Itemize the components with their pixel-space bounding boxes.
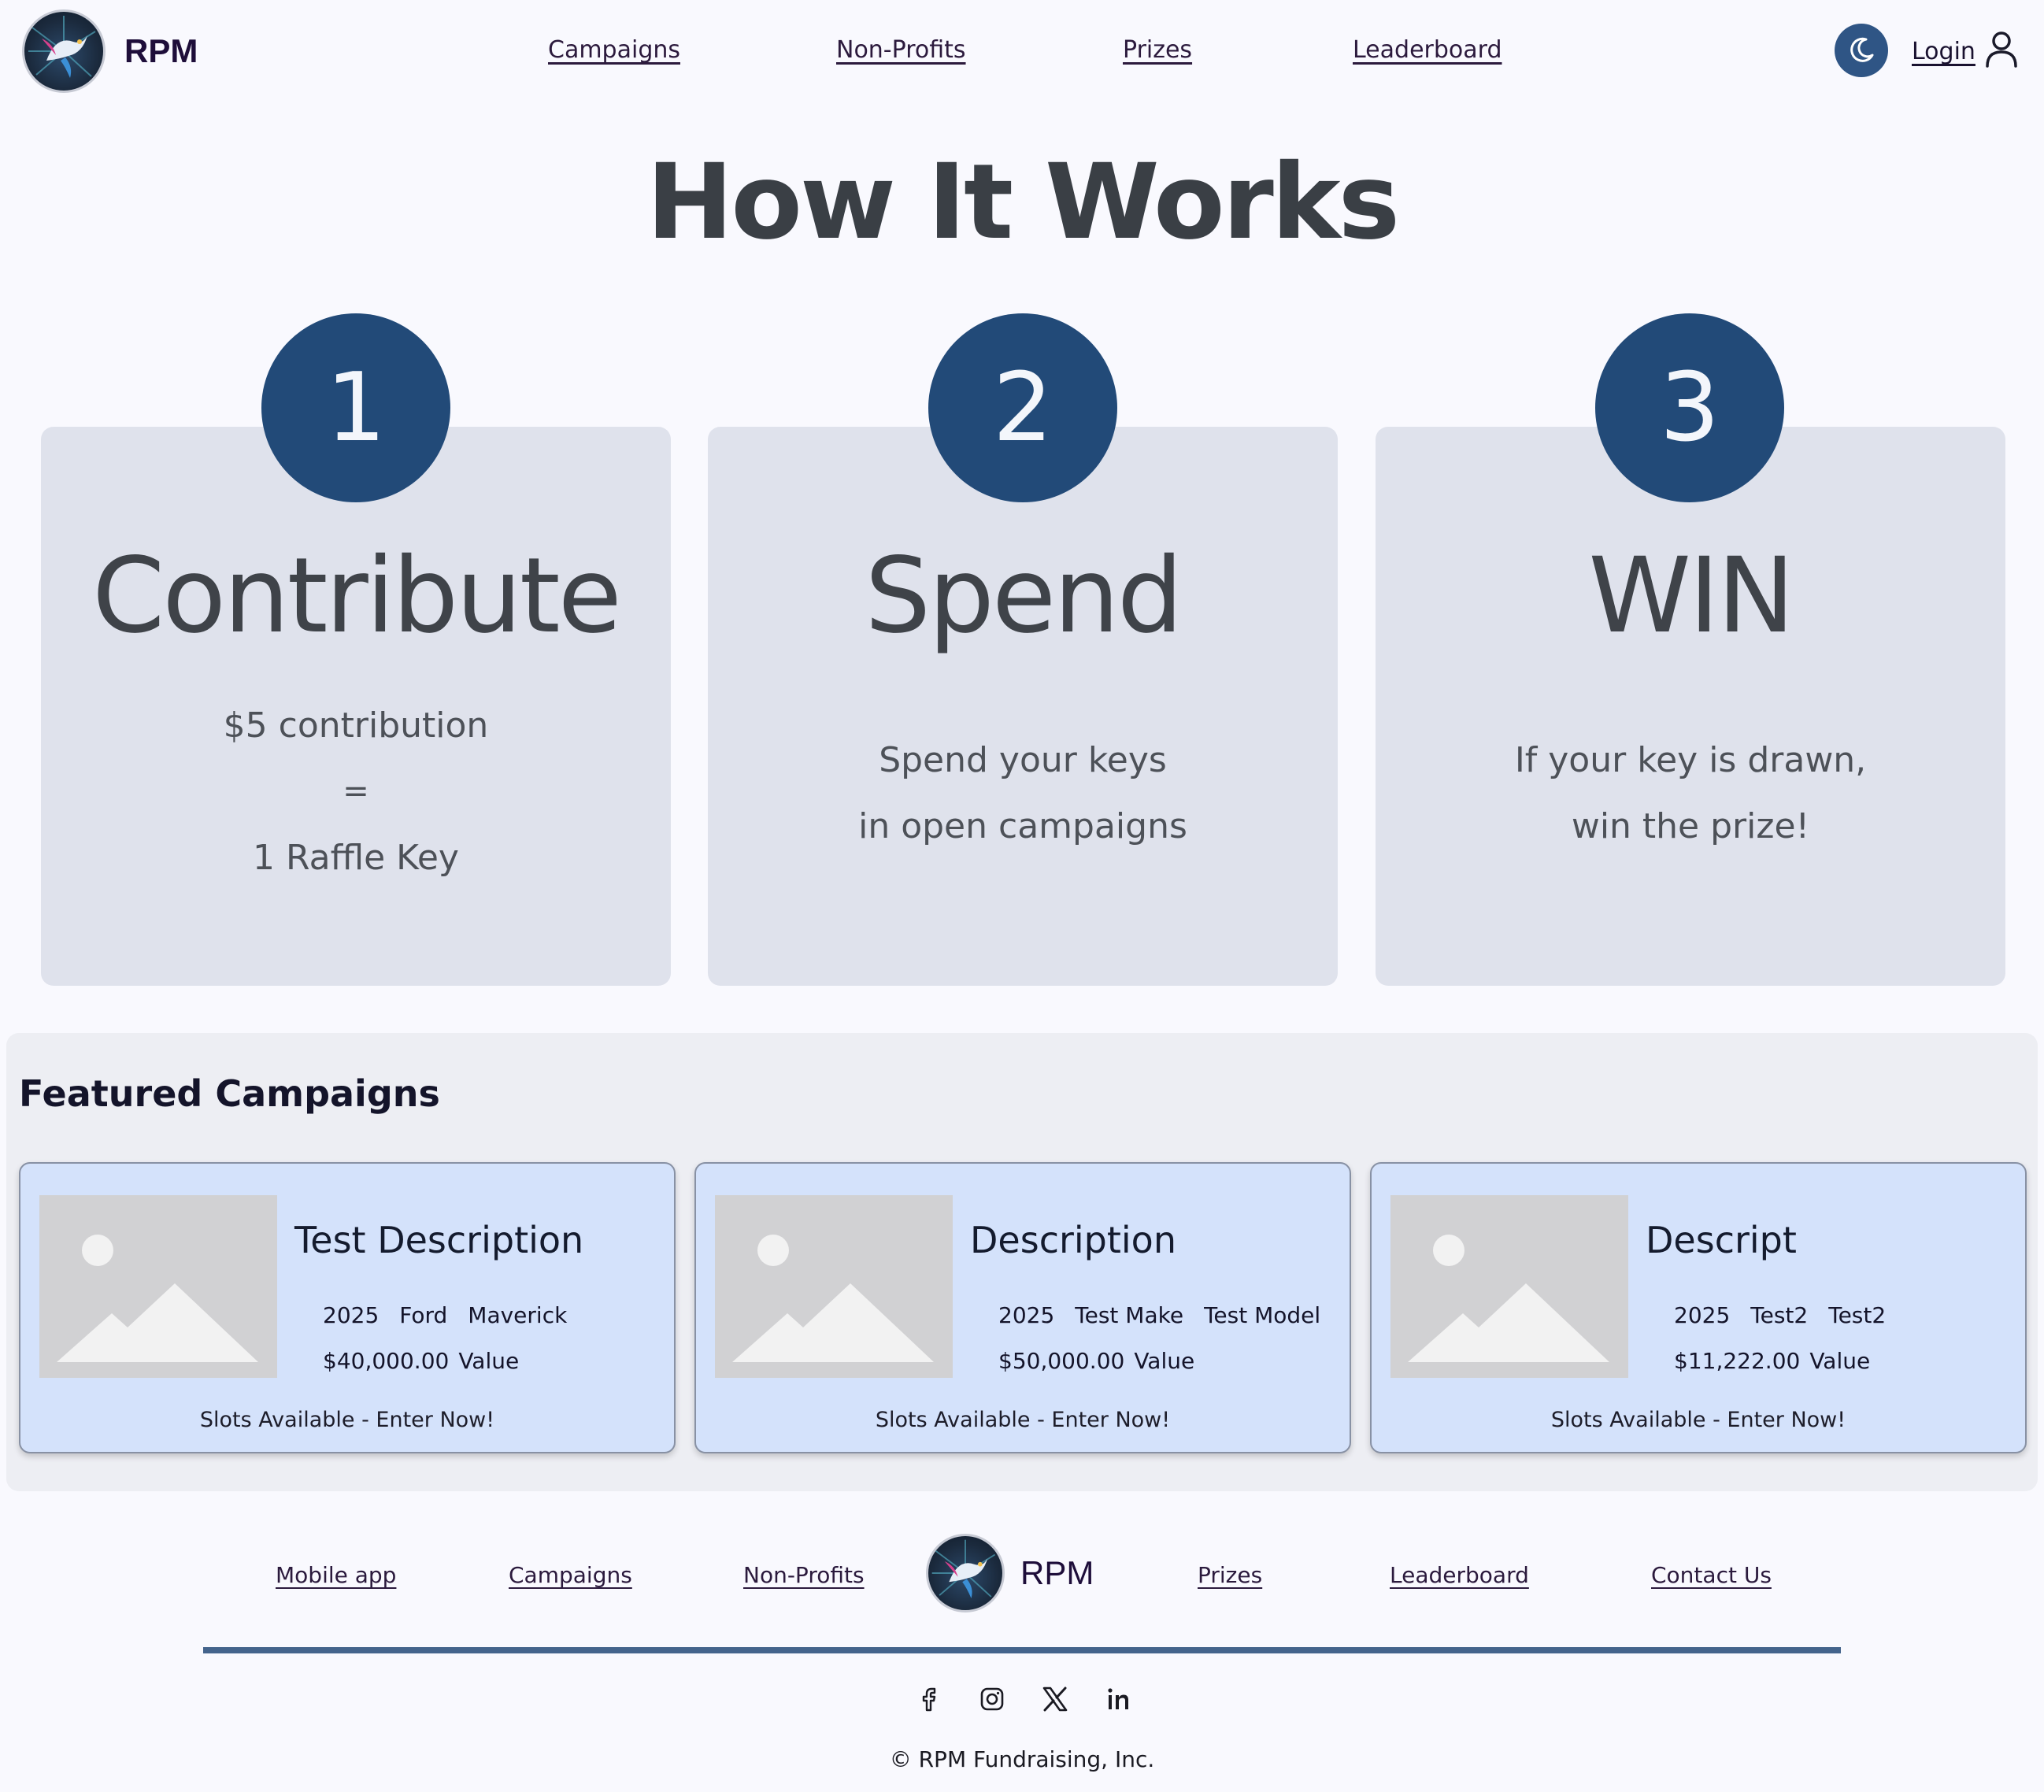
step-text-line: win the prize! — [1571, 806, 1810, 846]
campaign-card[interactable]: Test Description 2025 Ford Maverick $40,… — [19, 1162, 676, 1453]
campaign-title: Test Description — [294, 1219, 584, 1261]
footer-brand[interactable]: RPM — [926, 1534, 1094, 1612]
campaign-vehicle: 2025 Test2 Test2 — [1674, 1302, 1886, 1328]
image-placeholder-icon — [1390, 1195, 1628, 1378]
campaign-value: $11,222.00 Value — [1674, 1348, 1870, 1374]
footer-link-prizes[interactable]: Prizes — [1198, 1562, 1262, 1588]
campaign-value-label: Value — [1809, 1348, 1871, 1374]
campaign-status: Slots Available - Enter Now! — [875, 1408, 1171, 1432]
instagram-icon[interactable] — [975, 1682, 1009, 1716]
moon-icon — [1850, 37, 1874, 62]
copyright-text: © RPM Fundraising, Inc. — [889, 1746, 1155, 1772]
step-title-spend: Spend — [865, 535, 1183, 657]
image-placeholder-icon — [39, 1195, 277, 1378]
step-card-win — [1376, 427, 2005, 986]
login-link[interactable]: Login — [1912, 38, 1975, 65]
campaign-year: 2025 — [1674, 1302, 1731, 1328]
campaign-title: Description — [970, 1219, 1176, 1261]
campaign-status: Slots Available - Enter Now! — [1550, 1408, 1846, 1432]
x-icon[interactable] — [1038, 1682, 1072, 1716]
campaign-card[interactable]: Descript 2025 Test2 Test2 $11,222.00 Val… — [1370, 1162, 2027, 1453]
step-text-line: $5 contribution — [223, 705, 489, 746]
campaign-value-label: Value — [458, 1348, 520, 1374]
campaign-status: Slots Available - Enter Now! — [199, 1408, 495, 1432]
nav-non-profits[interactable]: Non-Profits — [836, 36, 966, 64]
step-text-line: If your key is drawn, — [1514, 740, 1867, 780]
logo-icon — [22, 9, 106, 93]
campaign-value-amount: $11,222.00 — [1674, 1348, 1801, 1374]
campaign-model: Maverick — [468, 1302, 568, 1328]
campaign-title: Descript — [1646, 1219, 1797, 1261]
campaign-model: Test Model — [1204, 1302, 1321, 1328]
step-card-spend — [708, 427, 1338, 986]
step-text-line: 1 Raffle Key — [253, 838, 459, 878]
site-header: RPM Campaigns Non-Profits Prizes Leaderb… — [0, 0, 2044, 102]
step-text-line: in open campaigns — [858, 806, 1187, 846]
campaign-year: 2025 — [998, 1302, 1055, 1328]
nav-prizes[interactable]: Prizes — [1123, 36, 1192, 64]
step-title-contribute: Contribute — [92, 535, 622, 657]
featured-campaigns-section: Featured Campaigns Test Description 2025… — [6, 1033, 2038, 1491]
step-text-line: = — [343, 773, 369, 809]
campaign-value-amount: $40,000.00 — [323, 1348, 450, 1374]
footer-link-contact-us[interactable]: Contact Us — [1651, 1562, 1772, 1588]
featured-campaigns-title: Featured Campaigns — [19, 1072, 440, 1115]
logo-icon — [926, 1534, 1005, 1612]
campaign-model: Test2 — [1828, 1302, 1887, 1328]
step-number-3: 3 — [1595, 313, 1784, 502]
linkedin-icon[interactable] — [1101, 1682, 1135, 1716]
campaign-value-amount: $50,000.00 — [998, 1348, 1125, 1374]
campaign-make: Test Make — [1075, 1302, 1184, 1328]
how-it-works-title: How It Works — [646, 142, 1400, 263]
campaign-year: 2025 — [323, 1302, 380, 1328]
campaign-make: Ford — [399, 1302, 448, 1328]
footer-link-campaigns[interactable]: Campaigns — [509, 1562, 632, 1588]
step-number-1: 1 — [261, 313, 450, 502]
brand-name: RPM — [124, 32, 198, 69]
footer-brand-name: RPM — [1020, 1554, 1094, 1591]
image-placeholder-icon — [715, 1195, 953, 1378]
campaign-make: Test2 — [1750, 1302, 1809, 1328]
step-text-line: Spend your keys — [879, 740, 1167, 780]
campaign-value-label: Value — [1134, 1348, 1195, 1374]
step-title-win: WIN — [1588, 535, 1794, 657]
footer-link-mobile-app[interactable]: Mobile app — [276, 1562, 396, 1588]
campaign-vehicle: 2025 Test Make Test Model — [998, 1302, 1320, 1328]
campaign-vehicle: 2025 Ford Maverick — [323, 1302, 567, 1328]
nav-leaderboard[interactable]: Leaderboard — [1353, 36, 1502, 64]
nav-campaigns[interactable]: Campaigns — [548, 36, 680, 64]
step-number-2: 2 — [928, 313, 1117, 502]
campaign-value: $40,000.00 Value — [323, 1348, 519, 1374]
campaign-card[interactable]: Description 2025 Test Make Test Model $5… — [694, 1162, 1351, 1453]
footer-link-leaderboard[interactable]: Leaderboard — [1390, 1562, 1529, 1588]
footer-divider — [203, 1647, 1841, 1653]
brand[interactable]: RPM — [22, 9, 198, 93]
user-icon[interactable] — [1984, 30, 2019, 72]
campaign-value: $50,000.00 Value — [998, 1348, 1194, 1374]
dark-mode-toggle[interactable] — [1835, 24, 1888, 77]
footer-link-non-profits[interactable]: Non-Profits — [743, 1562, 865, 1588]
facebook-icon[interactable] — [912, 1682, 946, 1716]
